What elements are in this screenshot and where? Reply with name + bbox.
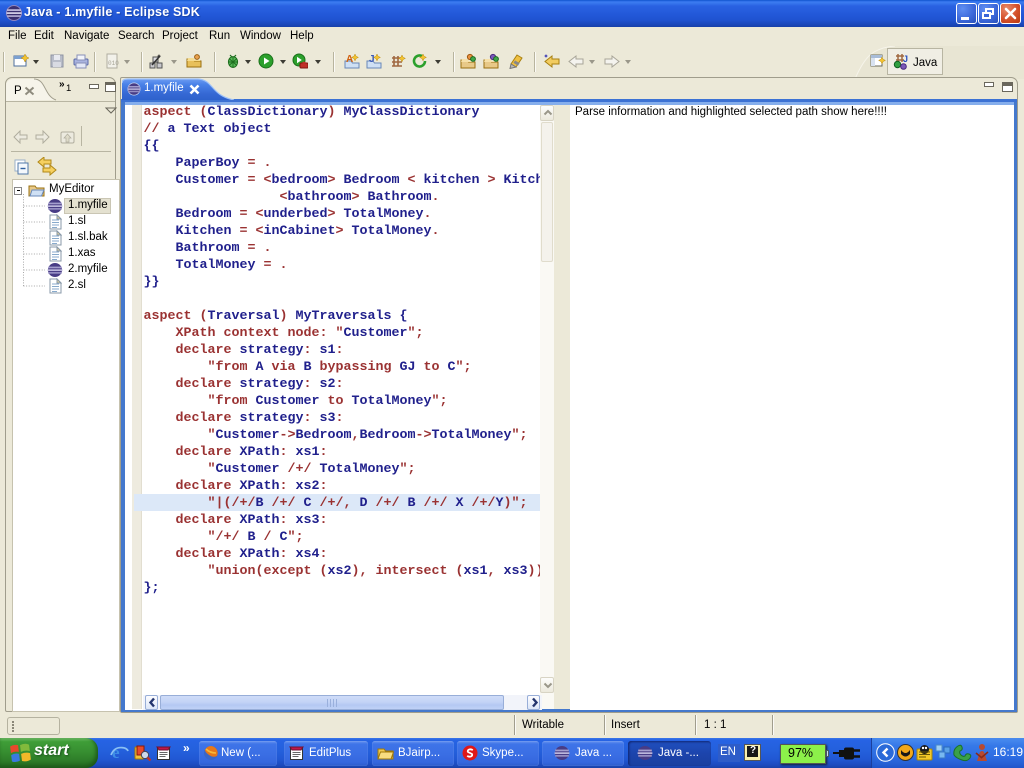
svg-text:J: J [903,54,908,64]
svg-text:J: J [369,54,375,65]
svg-text:A: A [346,54,353,65]
svg-text:010: 010 [108,60,119,67]
